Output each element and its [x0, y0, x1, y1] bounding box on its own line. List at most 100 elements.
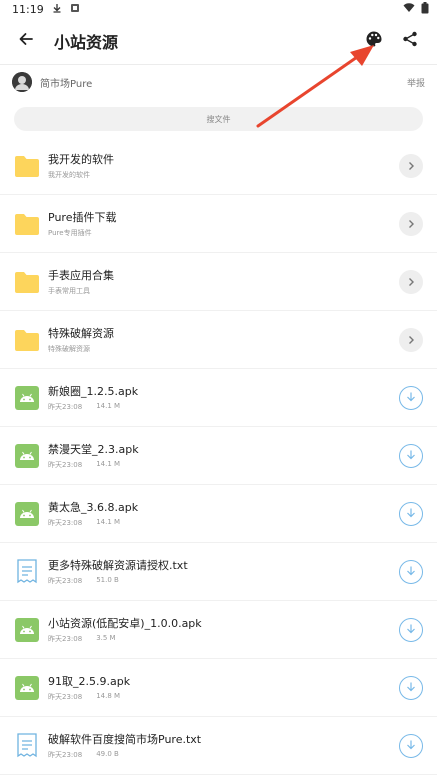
- file-date: 昨天23:08: [48, 693, 83, 701]
- author-row: 简市场Pure 举报: [0, 65, 437, 99]
- search-input[interactable]: 搜文件: [14, 107, 423, 131]
- download-icon: [405, 562, 417, 581]
- file-date: 昨天23:08: [48, 751, 83, 759]
- file-name: 破解软件百度搜简市场Pure.txt: [48, 733, 202, 746]
- folder-desc: 我开发的软件: [48, 170, 399, 180]
- file-text: 小站资源(低配安卓)_1.0.0.apk 昨天23:08 3.5 M: [48, 615, 399, 644]
- chevron-right-icon: [406, 156, 416, 175]
- theme-button[interactable]: [359, 26, 389, 56]
- download-button[interactable]: [399, 443, 423, 468]
- chevron-right-icon: [406, 272, 416, 291]
- download-icon: [405, 736, 417, 755]
- file-item[interactable]: 新娘圈_1.2.5.apk 昨天23:08 14.1 M: [0, 369, 437, 427]
- report-link[interactable]: 举报: [407, 76, 425, 89]
- folder-item[interactable]: 特殊破解资源 特殊破解资源: [0, 311, 437, 369]
- android-apk-icon: [14, 617, 40, 643]
- notification-status-icon: [70, 3, 80, 16]
- folder-item[interactable]: Pure插件下载 Pure专用插件: [0, 195, 437, 253]
- folder-desc-text: 特殊破解资源: [48, 345, 90, 353]
- app-bar: 小站资源: [0, 18, 437, 64]
- chevron-right-icon: [406, 214, 416, 233]
- download-button[interactable]: [399, 733, 423, 758]
- folder-icon: [14, 211, 40, 237]
- file-size: 51.0 B: [96, 576, 119, 584]
- share-button[interactable]: [395, 26, 425, 56]
- file-size: 3.5 M: [96, 634, 116, 642]
- download-status-icon: [52, 3, 62, 16]
- file-date: 昨天23:08: [48, 635, 83, 643]
- download-icon: [405, 446, 417, 465]
- file-size: 49.0 B: [96, 750, 119, 758]
- file-name: 黄太急_3.6.8.apk: [48, 501, 139, 514]
- file-date: 昨天23:08: [48, 403, 83, 411]
- file-list: 我开发的软件 我开发的软件 Pure插件下载 Pure专用插件 手表应用合集 手…: [0, 137, 437, 775]
- download-button[interactable]: [399, 385, 423, 410]
- status-time: 11:19: [12, 2, 44, 16]
- folder-desc-text: Pure专用插件: [48, 229, 92, 237]
- status-right: [403, 1, 429, 17]
- open-folder-button[interactable]: [399, 327, 423, 352]
- arrow-left-icon: [18, 31, 34, 51]
- download-icon: [405, 504, 417, 523]
- open-folder-button[interactable]: [399, 153, 423, 178]
- file-meta: 昨天23:08 3.5 M: [48, 634, 399, 644]
- file-item[interactable]: 禁漫天堂_2.3.apk 昨天23:08 14.1 M: [0, 427, 437, 485]
- file-name: 新娘圈_1.2.5.apk: [48, 385, 139, 398]
- folder-item[interactable]: 我开发的软件 我开发的软件: [0, 137, 437, 195]
- android-apk-icon: [14, 501, 40, 527]
- file-name: 91取_2.5.9.apk: [48, 675, 131, 688]
- folder-icon: [14, 327, 40, 353]
- folder-text: 特殊破解资源 特殊破解资源: [48, 325, 399, 354]
- open-folder-button[interactable]: [399, 269, 423, 294]
- file-meta: 昨天23:08 49.0 B: [48, 750, 399, 760]
- android-apk-icon: [14, 675, 40, 701]
- download-icon: [405, 678, 417, 697]
- text-document-icon: [14, 732, 40, 759]
- file-meta: 昨天23:08 14.1 M: [48, 460, 399, 470]
- file-meta: 昨天23:08 14.1 M: [48, 402, 399, 412]
- file-size: 14.8 M: [96, 692, 121, 700]
- folder-text: 手表应用合集 手表常用工具: [48, 267, 399, 296]
- folder-desc: 手表常用工具: [48, 286, 399, 296]
- file-size: 14.1 M: [96, 518, 121, 526]
- share-icon: [402, 31, 418, 51]
- avatar[interactable]: [12, 72, 32, 92]
- file-item[interactable]: 破解软件百度搜简市场Pure.txt 昨天23:08 49.0 B: [0, 717, 437, 775]
- folder-item[interactable]: 手表应用合集 手表常用工具: [0, 253, 437, 311]
- file-item[interactable]: 黄太急_3.6.8.apk 昨天23:08 14.1 M: [0, 485, 437, 543]
- author-name[interactable]: 简市场Pure: [40, 75, 407, 90]
- folder-text: 我开发的软件 我开发的软件: [48, 151, 399, 180]
- folder-name: 我开发的软件: [48, 153, 114, 166]
- file-text: 新娘圈_1.2.5.apk 昨天23:08 14.1 M: [48, 383, 399, 412]
- folder-name: 特殊破解资源: [48, 327, 114, 340]
- text-document-icon: [14, 558, 40, 585]
- folder-icon: [14, 269, 40, 295]
- file-item[interactable]: 更多特殊破解资源请授权.txt 昨天23:08 51.0 B: [0, 543, 437, 601]
- page-title: 小站资源: [54, 33, 119, 52]
- folder-text: Pure插件下载 Pure专用插件: [48, 209, 399, 238]
- file-item[interactable]: 91取_2.5.9.apk 昨天23:08 14.8 M: [0, 659, 437, 717]
- folder-icon: [14, 153, 40, 179]
- file-item[interactable]: 小站资源(低配安卓)_1.0.0.apk 昨天23:08 3.5 M: [0, 601, 437, 659]
- download-icon: [405, 620, 417, 639]
- battery-icon: [421, 1, 429, 17]
- download-icon: [405, 388, 417, 407]
- folder-desc-text: 手表常用工具: [48, 287, 90, 295]
- open-folder-button[interactable]: [399, 211, 423, 236]
- download-button[interactable]: [399, 559, 423, 584]
- file-name: 小站资源(低配安卓)_1.0.0.apk: [48, 617, 202, 630]
- palette-icon: [365, 30, 383, 52]
- status-left: 11:19: [12, 3, 80, 16]
- folder-name: 手表应用合集: [48, 269, 114, 282]
- status-bar: 11:19: [0, 0, 437, 18]
- back-button[interactable]: [12, 27, 40, 55]
- chevron-right-icon: [406, 330, 416, 349]
- file-name: 更多特殊破解资源请授权.txt: [48, 559, 188, 572]
- wifi-icon: [403, 2, 415, 16]
- download-button[interactable]: [399, 675, 423, 700]
- download-button[interactable]: [399, 617, 423, 642]
- download-button[interactable]: [399, 501, 423, 526]
- file-size: 14.1 M: [96, 402, 121, 410]
- file-meta: 昨天23:08 14.8 M: [48, 692, 399, 702]
- file-date: 昨天23:08: [48, 461, 83, 469]
